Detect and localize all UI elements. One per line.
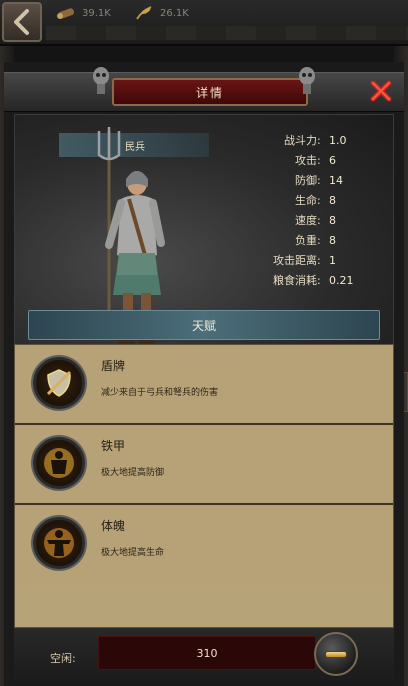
wood-icon xyxy=(57,8,75,19)
wood-amount: 39.1K xyxy=(82,7,111,19)
shield-sword-icon xyxy=(46,369,72,397)
resource-wood: 39.1K xyxy=(56,4,111,22)
bottom-bar: 空闲: 310 xyxy=(14,628,394,686)
stat-row: 攻击:6 xyxy=(253,151,403,171)
stat-row: 生命:8 xyxy=(253,191,403,211)
talent-header-text: 天赋 xyxy=(191,318,216,333)
stat-label: 负重 xyxy=(295,234,317,247)
stat-value: 8 xyxy=(329,234,336,247)
close-icon xyxy=(370,80,392,102)
stat-label: 战斗力 xyxy=(284,134,317,147)
stat-value: 14 xyxy=(329,174,343,187)
stat-value: 1 xyxy=(329,254,336,267)
stat-row: 攻击距离:1 xyxy=(253,251,403,271)
stat-row: 速度:8 xyxy=(253,211,403,231)
talent-header: 天赋 xyxy=(28,310,380,340)
talent-description: 极大地提高生命 xyxy=(101,548,165,558)
stat-colon: : xyxy=(317,174,321,187)
close-button[interactable] xyxy=(368,78,394,104)
stat-label: 攻击距离 xyxy=(273,254,317,267)
stat-row: 防御:14 xyxy=(253,171,403,191)
talent-item[interactable]: 盾牌 减少来自于弓兵和弩兵的伤害 xyxy=(15,345,393,425)
stat-row: 负重:8 xyxy=(253,231,403,251)
detail-dialog: 详情 民兵 战斗力: 1.0 攻击: 6 防御: 14 生命: 8 速度… xyxy=(4,62,404,686)
talent-icon-frame xyxy=(33,437,85,489)
idle-label: 空闲: xyxy=(50,652,76,665)
stat-label: 防御 xyxy=(295,174,317,187)
stat-row: 战斗力:1.0 xyxy=(253,131,403,151)
stat-colon: : xyxy=(317,274,321,287)
strength-icon xyxy=(44,528,74,558)
stat-colon: : xyxy=(317,134,321,147)
minus-icon xyxy=(325,650,347,658)
food-amount: 26.1K xyxy=(160,7,189,19)
talent-icon-frame xyxy=(33,357,85,409)
stat-label: 生命 xyxy=(295,194,317,207)
skull-ornament-icon xyxy=(93,67,109,94)
stat-label: 速度 xyxy=(295,214,317,227)
stat-value: 8 xyxy=(329,194,336,207)
stat-value: 6 xyxy=(329,154,336,167)
talent-description: 极大地提高防御 xyxy=(101,468,165,478)
idle-value-field[interactable]: 310 xyxy=(98,636,316,670)
idle-value: 310 xyxy=(196,646,218,660)
talent-name: 盾牌 xyxy=(101,359,126,373)
talent-description: 减少来自于弓兵和弩兵的伤害 xyxy=(101,388,219,398)
stat-colon: : xyxy=(317,254,321,267)
stat-label: 粮食消耗 xyxy=(273,274,317,287)
stat-value: 0.21 xyxy=(329,274,354,287)
topbar-decoration xyxy=(46,26,408,40)
armor-icon xyxy=(44,448,74,478)
chevron-left-icon xyxy=(14,9,29,35)
talent-name: 铁甲 xyxy=(101,439,126,453)
talent-item[interactable]: 体魄 极大地提高生命 xyxy=(15,505,393,585)
back-button[interactable] xyxy=(2,2,42,42)
talent-list: 盾牌 减少来自于弓兵和弩兵的伤害 铁甲 极大地提高防御 体魄 极大地提高生命 xyxy=(14,344,394,628)
resource-bar: 39.1K 26.1K xyxy=(0,0,408,46)
dialog-title: 详情 xyxy=(112,78,308,106)
stat-label: 攻击 xyxy=(295,154,317,167)
stat-colon: : xyxy=(317,194,321,207)
stat-value: 8 xyxy=(329,214,336,227)
food-icon xyxy=(136,6,152,20)
stat-value: 1.0 xyxy=(329,134,347,147)
stat-colon: : xyxy=(317,214,321,227)
talent-icon-frame xyxy=(33,517,85,569)
dialog-title-text: 详情 xyxy=(195,85,224,100)
unit-stats: 战斗力:1.0 攻击:6 防御:14 生命:8 速度:8 负重:8 攻击距离:1… xyxy=(253,131,403,291)
talent-item[interactable]: 铁甲 极大地提高防御 xyxy=(15,425,393,505)
talent-name: 体魄 xyxy=(101,519,126,533)
stat-colon: : xyxy=(317,234,321,247)
stat-colon: : xyxy=(317,154,321,167)
dismiss-button[interactable] xyxy=(314,632,358,676)
resource-food: 26.1K xyxy=(134,4,189,22)
stat-row: 粮食消耗:0.21 xyxy=(253,271,403,291)
skull-ornament-icon xyxy=(299,67,315,94)
